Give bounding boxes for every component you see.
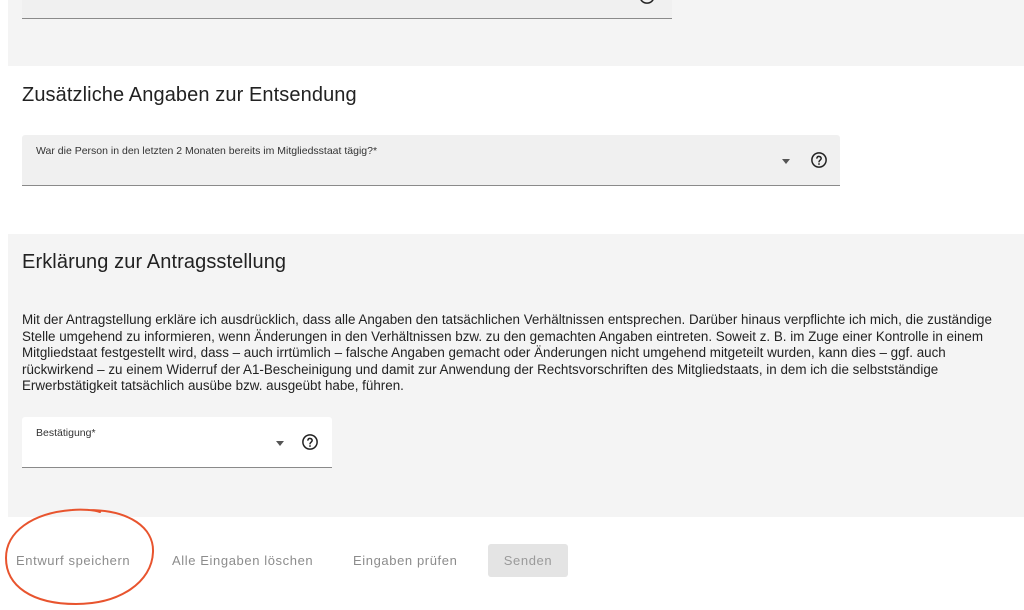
section-title-erklaerung: Erklärung zur Antragsstellung xyxy=(22,251,287,273)
check-inputs-button[interactable]: Eingaben prüfen xyxy=(345,544,465,577)
previous-field[interactable] xyxy=(22,0,672,19)
caret-down-icon[interactable] xyxy=(782,159,790,164)
declaration-text: Mit der Antragstellung erkläre ich ausdr… xyxy=(22,312,992,393)
section-title-entsendung: Zusätzliche Angaben zur Entsendung xyxy=(22,84,357,106)
save-draft-button[interactable]: Entwurf speichern xyxy=(8,544,138,577)
confirmation-select[interactable]: Bestätigung* xyxy=(22,417,332,468)
clear-inputs-button[interactable]: Alle Eingaben löschen xyxy=(164,544,321,577)
caret-down-icon[interactable] xyxy=(276,441,284,446)
previous-activity-select[interactable]: War die Person in den letzten 2 Monaten … xyxy=(22,135,840,186)
help-circle-icon[interactable] xyxy=(301,433,319,451)
previous-activity-label: War die Person in den letzten 2 Monaten … xyxy=(36,145,378,157)
send-button[interactable]: Senden xyxy=(488,544,568,577)
confirmation-label: Bestätigung* xyxy=(36,427,96,439)
help-icon[interactable] xyxy=(638,0,656,5)
form-page: Zusätzliche Angaben zur Entsendung War d… xyxy=(0,0,1024,610)
help-circle-icon[interactable] xyxy=(810,151,828,169)
